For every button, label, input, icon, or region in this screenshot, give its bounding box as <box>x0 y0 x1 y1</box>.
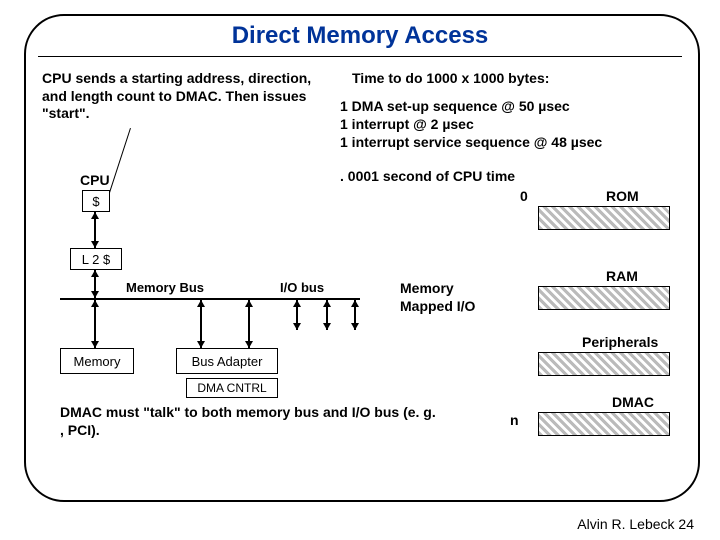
periph-bar <box>538 352 670 376</box>
arrow-down-icon <box>91 241 99 248</box>
arrow-down-icon <box>91 341 99 348</box>
arrow-up-icon <box>293 300 301 307</box>
l2-box: L 2 $ <box>70 248 122 270</box>
rom-label: ROM <box>606 188 639 204</box>
ram-bar <box>538 286 670 310</box>
arrow-down-icon <box>293 323 301 330</box>
arrow-up-icon <box>323 300 331 307</box>
cpu-time-summary: . 0001 second of CPU time <box>340 168 515 186</box>
arrow-up-icon <box>91 212 99 219</box>
slide-title: Direct Memory Access <box>0 22 720 50</box>
dmac-bar <box>538 412 670 436</box>
right-heading: Time to do 1000 x 1000 bytes: <box>352 70 549 88</box>
arrow-up-icon <box>245 300 253 307</box>
mmio-label: Memory Mapped I/O <box>400 280 510 315</box>
arrow-up-icon <box>91 270 99 277</box>
arrow-down-icon <box>245 341 253 348</box>
arrow-down-icon <box>91 291 99 298</box>
bus-adapter-box: Bus Adapter <box>176 348 278 374</box>
memory-bus-label: Memory Bus <box>126 280 204 296</box>
right-line-3: 1 interrupt service sequence @ 48 µsec <box>340 134 602 152</box>
n-label: n <box>510 412 519 430</box>
right-line-1: 1 DMA set-up sequence @ 50 µsec <box>340 98 570 116</box>
memory-box: Memory <box>60 348 134 374</box>
arrow-down-icon <box>197 341 205 348</box>
ram-label: RAM <box>606 268 638 284</box>
cpu-label: CPU <box>80 172 110 190</box>
periph-label: Peripherals <box>582 334 658 350</box>
arrow-up-icon <box>197 300 205 307</box>
arrow-down-icon <box>351 323 359 330</box>
slide-footer: Alvin R. Lebeck 24 <box>577 516 694 532</box>
dmac-label: DMAC <box>612 394 654 410</box>
right-line-2: 1 interrupt @ 2 µsec <box>340 116 474 134</box>
zero-label: 0 <box>520 188 528 206</box>
cache-box: $ <box>82 190 110 212</box>
rom-bar <box>538 206 670 230</box>
bottom-note: DMAC must "talk" to both memory bus and … <box>60 404 440 439</box>
arrow-down-icon <box>323 323 331 330</box>
io-bus-label: I/O bus <box>280 280 324 296</box>
dma-cntrl-box: DMA CNTRL <box>186 378 278 398</box>
left-note: CPU sends a starting address, direction,… <box>42 70 312 123</box>
arrow-up-icon <box>351 300 359 307</box>
title-divider <box>38 56 682 57</box>
arrow-up-icon <box>91 300 99 307</box>
